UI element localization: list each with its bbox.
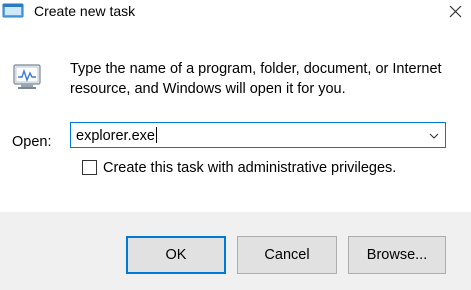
open-input-value: explorer.exe — [76, 128, 155, 144]
title-bar: Create new task — [0, 0, 471, 26]
run-program-icon — [10, 57, 46, 93]
admin-privileges-checkbox[interactable] — [82, 160, 97, 175]
close-button[interactable] — [440, 0, 470, 24]
browse-button[interactable]: Browse... — [348, 236, 446, 274]
run-icon — [2, 2, 26, 18]
create-new-task-dialog: Create new task Type the name of a progr… — [0, 0, 471, 290]
open-label: Open: — [12, 134, 52, 150]
open-combobox[interactable]: explorer.exe — [70, 122, 446, 148]
description-text: Type the name of a program, folder, docu… — [70, 61, 442, 97]
text-caret — [156, 127, 157, 143]
cancel-button[interactable]: Cancel — [237, 236, 337, 274]
window-title: Create new task — [34, 3, 136, 19]
dropdown-button[interactable] — [428, 129, 440, 141]
admin-privileges-label[interactable]: Create this task with administrative pri… — [103, 160, 396, 176]
chevron-down-icon — [429, 133, 439, 139]
ok-button[interactable]: OK — [126, 236, 226, 274]
close-icon — [449, 5, 462, 18]
